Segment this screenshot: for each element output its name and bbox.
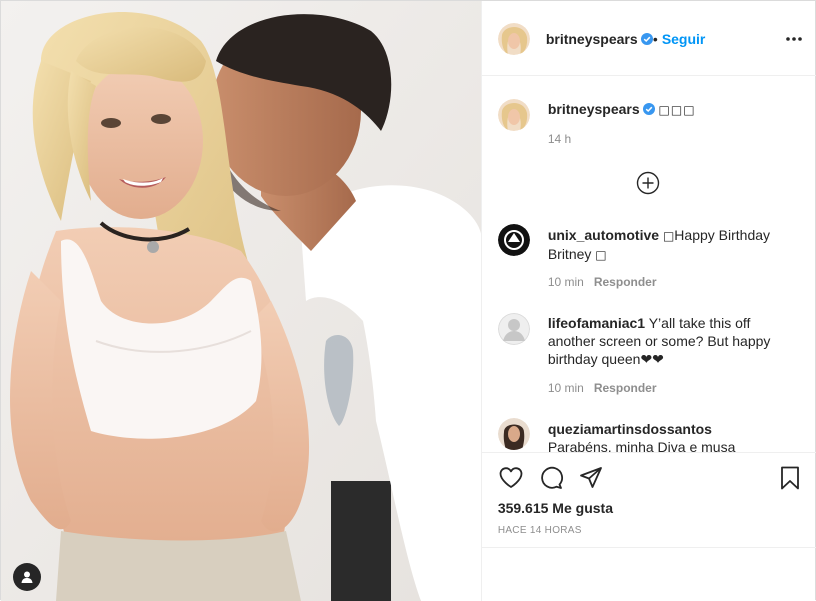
- caption: britneyspears □□□: [548, 100, 778, 119]
- add-comment-area[interactable]: [481, 547, 816, 601]
- header-separator: •: [652, 31, 658, 47]
- follow-button[interactable]: Seguir: [662, 31, 706, 47]
- comment-text: Parabéns, minha Diva e musa inspiradora,…: [547, 439, 736, 452]
- comment-time: 10 min: [547, 381, 584, 395]
- post-side-panel: britneyspears • Seguir britneyspears □□□: [480, 1, 816, 601]
- person-icon: [21, 571, 33, 583]
- plus-circle-icon[interactable]: [636, 171, 660, 195]
- comment-username[interactable]: lifeofamaniac1: [548, 315, 645, 331]
- couple-photo: [1, 1, 481, 601]
- comment-emoji: □: [595, 248, 607, 262]
- user-tags-button[interactable]: [13, 563, 41, 591]
- reply-button[interactable]: Responder: [594, 275, 657, 289]
- instagram-post: britneyspears • Seguir britneyspears □□□: [0, 0, 816, 601]
- post-photo[interactable]: [1, 1, 481, 601]
- comments-list[interactable]: britneyspears □□□ 14 h unix_automotive □…: [482, 77, 816, 452]
- verified-badge-icon: [640, 33, 653, 45]
- commenter-avatar[interactable]: [497, 418, 530, 450]
- commenter-avatar[interactable]: [497, 224, 530, 256]
- heart-icon[interactable]: [498, 465, 524, 491]
- post-header: britneyspears • Seguir: [481, 1, 816, 76]
- comment-meta: 10 min Responder: [548, 381, 657, 395]
- reply-button[interactable]: Responder: [594, 381, 657, 395]
- caption-time: 14 h: [547, 132, 572, 146]
- author-username[interactable]: britneyspears: [546, 31, 653, 47]
- bookmark-icon[interactable]: [777, 465, 803, 491]
- likes-count[interactable]: 359.615 Me gusta: [498, 500, 613, 516]
- comment: lifeofamaniac1 Y’all take this off anoth…: [548, 314, 778, 368]
- caption-emoji: □□□: [658, 103, 696, 117]
- caption-username[interactable]: britneyspears: [548, 101, 640, 117]
- comment-username[interactable]: queziamartinsdossantos: [548, 421, 712, 437]
- comment-username[interactable]: unix_automotive: [548, 227, 659, 243]
- paper-plane-icon[interactable]: [578, 465, 604, 491]
- comment: unix_automotive □Happy Birthday Britney …: [548, 226, 778, 264]
- comment-bubble-icon[interactable]: [538, 465, 564, 491]
- author-avatar[interactable]: [497, 23, 530, 55]
- comment: queziamartinsdossantos Parabéns, minha D…: [548, 420, 778, 452]
- verified-badge-icon: [642, 103, 655, 115]
- caption-author-avatar[interactable]: [497, 99, 530, 131]
- comment-meta: 10 min Responder: [548, 275, 657, 289]
- commenter-avatar[interactable]: [497, 313, 530, 345]
- comment-emoji: □: [662, 229, 675, 243]
- comment-time: 10 min: [547, 275, 584, 289]
- post-actions: 359.615 Me gusta HACE 14 HORAS: [481, 452, 816, 552]
- post-timestamp[interactable]: HACE 14 HORAS: [498, 525, 582, 536]
- more-horizontal-icon[interactable]: [784, 29, 804, 49]
